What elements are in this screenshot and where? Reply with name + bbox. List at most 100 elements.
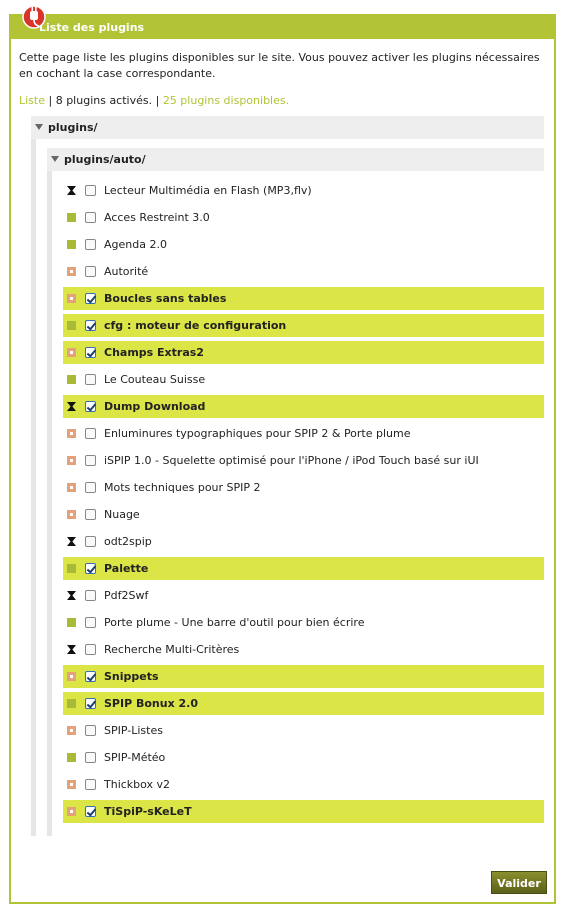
plugin-checkbox[interactable] [85,239,96,250]
status-square-icon [67,240,76,249]
plugin-name: Autorité [104,265,149,278]
plugin-name: Agenda 2.0 [104,238,167,251]
intro-text: Cette page liste les plugins disponibles… [19,51,540,80]
plugin-checkbox[interactable] [85,374,96,385]
plugin-name: Lecteur Multimédia en Flash (MP3,flv) [104,184,312,197]
plugin-checkbox[interactable] [85,644,96,655]
list-link[interactable]: Liste [19,94,45,107]
status-square-icon [67,699,76,708]
plugin-checkbox[interactable] [85,698,96,709]
expand-triangle-icon[interactable] [51,156,59,162]
folder-auto-label: plugins/auto/ [64,153,146,166]
hourglass-icon [67,186,76,195]
status-dotted-icon [67,294,76,303]
plugin-checkbox[interactable] [85,266,96,277]
subfolder-auto: plugins/auto/ Lecteur Multimédia en Flas… [47,148,544,836]
plugin-checkbox[interactable] [85,779,96,790]
hourglass-icon [67,591,76,600]
folder-plugins-auto[interactable]: plugins/auto/ [47,148,544,171]
links-separator: | [152,94,163,107]
plugin-name: Palette [104,562,149,575]
plugin-row[interactable]: Autorité [63,260,544,283]
plug-logo-icon [22,5,46,29]
plugin-checkbox[interactable] [85,455,96,466]
available-plugins-link[interactable]: 25 plugins disponibles. [163,94,289,107]
plugin-name: cfg : moteur de configuration [104,319,287,332]
hourglass-icon [67,645,76,654]
plugin-name: Pdf2Swf [104,589,149,602]
plugin-row[interactable]: Snippets [63,665,544,688]
plugin-row[interactable]: SPIP-Listes [63,719,544,742]
plugin-name: Nuage [104,508,140,521]
status-dotted-icon [67,456,76,465]
plugin-name: odt2spip [104,535,152,548]
plugin-checkbox[interactable] [85,428,96,439]
plugin-row[interactable]: Dump Download [63,395,544,418]
plugin-row[interactable]: Agenda 2.0 [63,233,544,256]
plugin-row[interactable]: Boucles sans tables [63,287,544,310]
status-square-icon [67,375,76,384]
status-square-icon [67,321,76,330]
status-dotted-icon [67,483,76,492]
plugin-row[interactable]: Palette [63,557,544,580]
folder-tree: plugins/ plugins/auto/ Lecteur Multimédi… [31,116,544,836]
plugin-checkbox[interactable] [85,320,96,331]
status-dotted-icon [67,510,76,519]
plugin-checkbox[interactable] [85,752,96,763]
plugin-checkbox[interactable] [85,293,96,304]
status-dotted-icon [67,780,76,789]
plugin-checkbox[interactable] [85,563,96,574]
plugin-row[interactable]: SPIP Bonux 2.0 [63,692,544,715]
plugin-checkbox[interactable] [85,617,96,628]
plugin-name: Enluminures typographiques pour SPIP 2 &… [104,427,411,440]
plugin-row[interactable]: odt2spip [63,530,544,553]
plugin-row[interactable]: Acces Restreint 3.0 [63,206,544,229]
plugin-row[interactable]: Nuage [63,503,544,526]
plugin-checkbox[interactable] [85,401,96,412]
plugin-name: Champs Extras2 [104,346,204,359]
plugin-checkbox[interactable] [85,725,96,736]
plugin-row[interactable]: Enluminures typographiques pour SPIP 2 &… [63,422,544,445]
plugin-row[interactable]: cfg : moteur de configuration [63,314,544,337]
plugin-row[interactable]: iSPIP 1.0 - Squelette optimisé pour l'iP… [63,449,544,472]
plugin-checkbox[interactable] [85,347,96,358]
folder-plugins-label: plugins/ [48,121,98,134]
expand-triangle-icon[interactable] [35,124,43,130]
plugin-row[interactable]: Mots techniques pour SPIP 2 [63,476,544,499]
plugin-checkbox[interactable] [85,806,96,817]
panel-title-bar: Liste des plugins [11,5,554,39]
plugin-checkbox[interactable] [85,509,96,520]
plugin-checkbox[interactable] [85,212,96,223]
plugin-row[interactable]: TiSpiP-sKeLeT [63,800,544,823]
plugin-name: SPIP Bonux 2.0 [104,697,198,710]
status-dotted-icon [67,726,76,735]
status-dotted-icon [67,672,76,681]
plugin-checkbox[interactable] [85,482,96,493]
hourglass-icon [67,402,76,411]
plugin-name: SPIP-Météo [104,751,166,764]
status-square-icon [67,213,76,222]
validate-button[interactable]: Valider [491,871,547,894]
plugin-name: Mots techniques pour SPIP 2 [104,481,261,494]
plugin-name: Dump Download [104,400,206,413]
plugin-row[interactable]: Porte plume - Une barre d'outil pour bie… [63,611,544,634]
plugin-row[interactable]: Recherche Multi-Critères [63,638,544,661]
plugin-checkbox[interactable] [85,185,96,196]
folder-plugins[interactable]: plugins/ [31,116,544,139]
plugin-row[interactable]: Lecteur Multimédia en Flash (MP3,flv) [63,179,544,202]
links-separator: | [45,94,56,107]
status-square-icon [67,753,76,762]
plugin-row[interactable]: Champs Extras2 [63,341,544,364]
plugin-row[interactable]: Thickbox v2 [63,773,544,796]
plugin-name: TiSpiP-sKeLeT [104,805,192,818]
plugin-row[interactable]: Le Couteau Suisse [63,368,544,391]
plugin-row[interactable]: Pdf2Swf [63,584,544,607]
plugin-checkbox[interactable] [85,671,96,682]
plugin-filter-links: Liste | 8 plugins activés. | 25 plugins … [19,93,546,109]
plugin-checkbox[interactable] [85,590,96,601]
plugin-checkbox[interactable] [85,536,96,547]
plugin-row[interactable]: SPIP-Météo [63,746,544,769]
plugin-name: Thickbox v2 [104,778,171,791]
plugin-name: Le Couteau Suisse [104,373,206,386]
plugin-name: iSPIP 1.0 - Squelette optimisé pour l'iP… [104,454,479,467]
